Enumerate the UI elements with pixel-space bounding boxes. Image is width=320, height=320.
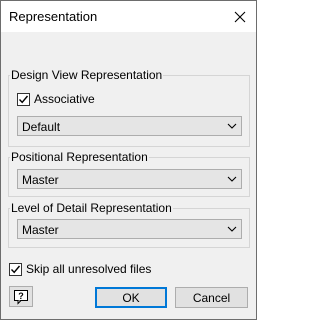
associative-checkbox-row[interactable]: Associative	[17, 92, 95, 106]
representation-dialog: Representation Design View Representatio…	[0, 0, 257, 320]
positional-select-value: Master	[22, 173, 59, 187]
skip-unresolved-checkbox-row[interactable]: Skip all unresolved files	[9, 262, 151, 276]
close-icon	[234, 11, 246, 22]
window-title: Representation	[9, 9, 98, 24]
cancel-button[interactable]: Cancel	[175, 287, 248, 308]
level-of-detail-group-label: Level of Detail Representation	[10, 201, 173, 215]
help-icon: ?	[14, 289, 28, 305]
checkmark-icon	[18, 95, 29, 103]
level-of-detail-select-value: Master	[22, 223, 59, 237]
help-button[interactable]: ?	[9, 286, 33, 307]
design-view-group-label: Design View Representation	[10, 68, 164, 82]
associative-label: Associative	[34, 92, 95, 106]
positional-group-label: Positional Representation	[10, 150, 149, 164]
skip-unresolved-label: Skip all unresolved files	[26, 262, 152, 276]
chevron-down-icon	[227, 226, 237, 232]
close-button[interactable]	[224, 1, 256, 32]
level-of-detail-select[interactable]: Master	[17, 219, 242, 239]
chevron-down-icon	[227, 123, 237, 129]
design-view-select[interactable]: Default	[17, 116, 242, 136]
associative-checkbox[interactable]	[17, 92, 30, 106]
title-bar: Representation	[1, 1, 256, 32]
design-view-select-value: Default	[22, 120, 61, 134]
skip-unresolved-checkbox[interactable]	[9, 262, 22, 276]
chevron-down-icon	[227, 176, 237, 182]
positional-select[interactable]: Master	[17, 169, 242, 189]
checkmark-icon	[10, 265, 21, 273]
svg-text:?: ?	[18, 291, 24, 301]
design-view-group	[8, 75, 250, 147]
ok-button[interactable]: OK	[95, 287, 167, 308]
